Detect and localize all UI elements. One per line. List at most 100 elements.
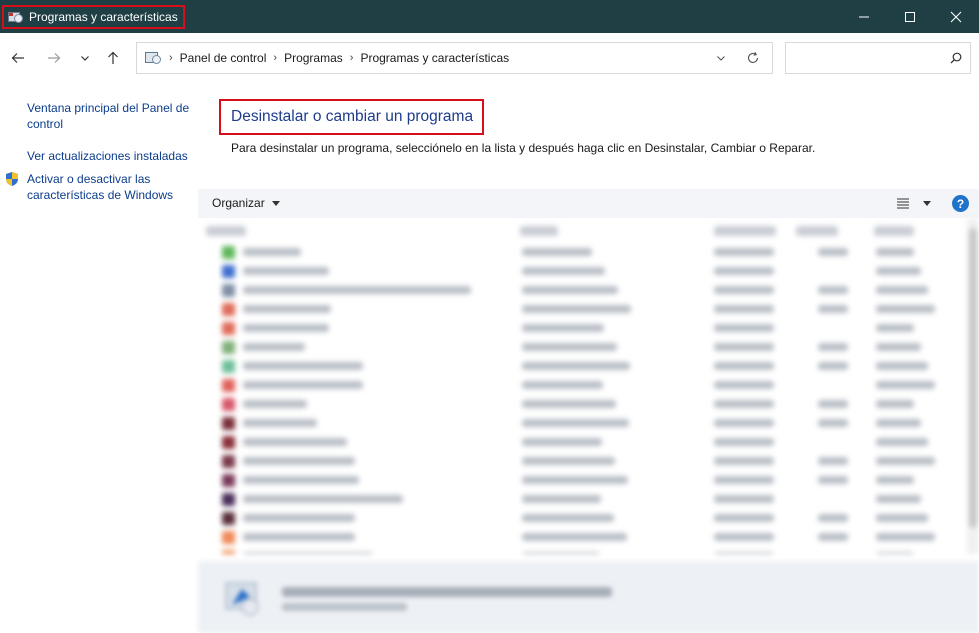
program-row-cell[interactable] [818,514,848,522]
program-row-cell[interactable] [714,457,774,465]
close-button[interactable] [933,0,979,33]
search-box[interactable] [785,42,971,74]
program-row-cell[interactable] [714,381,774,389]
program-row-cell[interactable] [522,457,615,465]
program-row-cell[interactable] [876,419,921,427]
program-row-cell[interactable] [714,419,774,427]
minimize-button[interactable] [841,0,887,33]
program-row-cell[interactable] [522,400,616,408]
program-row-cell[interactable] [876,267,921,275]
program-row-cell[interactable] [876,305,935,313]
program-row-cell[interactable] [243,552,373,554]
program-row-cell[interactable] [243,286,471,294]
program-row-cell[interactable] [522,305,631,313]
program-row-cell[interactable] [243,495,403,503]
program-row-cell[interactable] [522,324,604,332]
program-row-cell[interactable] [243,305,331,313]
program-row-cell[interactable] [522,343,617,351]
program-row-cell[interactable] [818,305,848,313]
program-row-cell[interactable] [876,476,914,484]
program-row-cell[interactable] [714,476,774,484]
program-row-cell[interactable] [818,419,848,427]
program-row-cell[interactable] [876,438,928,446]
up-button[interactable] [103,48,123,68]
help-icon[interactable]: ? [952,195,969,212]
column-header[interactable] [874,226,914,236]
address-history-button[interactable] [708,52,734,64]
column-header[interactable] [206,226,246,236]
scroll-thumb[interactable] [969,228,977,528]
program-row-cell[interactable] [714,514,774,522]
program-row-cell[interactable] [876,495,921,503]
program-row-cell[interactable] [714,248,774,256]
program-row-cell[interactable] [522,514,614,522]
program-row-cell[interactable] [243,476,359,484]
program-row-cell[interactable] [714,533,774,541]
program-row-cell[interactable] [714,305,774,313]
back-button[interactable] [8,48,28,68]
program-row-cell[interactable] [876,343,921,351]
address-bar[interactable]: › Panel de control › Programas › Program… [136,42,773,74]
search-input[interactable] [790,47,940,69]
program-row-cell[interactable] [714,362,774,370]
program-row-cell[interactable] [876,457,935,465]
program-row-cell[interactable] [522,476,628,484]
forward-button[interactable] [44,48,64,68]
program-row-cell[interactable] [243,400,307,408]
program-row-cell[interactable] [243,419,317,427]
program-row-cell[interactable] [522,419,629,427]
program-row-cell[interactable] [243,457,355,465]
program-row-cell[interactable] [876,514,928,522]
program-row-cell[interactable] [714,495,774,503]
program-row-cell[interactable] [522,495,601,503]
program-row-cell[interactable] [876,324,914,332]
program-row-cell[interactable] [876,552,914,554]
program-row-cell[interactable] [818,362,848,370]
link-view-installed-updates[interactable]: Ver actualizaciones instaladas [27,148,192,164]
program-row-cell[interactable] [876,286,928,294]
program-row-cell[interactable] [243,267,329,275]
program-row-cell[interactable] [876,362,928,370]
program-row-cell[interactable] [522,248,592,256]
view-list-icon[interactable] [896,197,910,209]
program-row-cell[interactable] [522,533,627,541]
column-header[interactable] [520,226,558,236]
program-row-cell[interactable] [243,381,363,389]
program-row-cell[interactable] [714,324,774,332]
program-row-cell[interactable] [818,476,848,484]
link-windows-features[interactable]: Activar o desactivar las características… [27,171,192,203]
breadcrumb-separator-icon[interactable]: › [273,52,277,64]
program-row-cell[interactable] [522,381,603,389]
program-row-cell[interactable] [243,248,301,256]
breadcrumb-programas-y-caracteristicas[interactable]: Programas y características [360,51,509,65]
program-row-cell[interactable] [243,362,363,370]
recent-locations-button[interactable] [75,48,95,68]
program-row-cell[interactable] [522,552,600,554]
program-row-cell[interactable] [876,533,935,541]
program-row-cell[interactable] [714,343,774,351]
breadcrumb-panel-de-control[interactable]: Panel de control [180,51,267,65]
column-header[interactable] [714,226,776,236]
program-row-cell[interactable] [522,267,605,275]
program-row-cell[interactable] [714,552,774,554]
program-row-cell[interactable] [714,267,774,275]
program-row-cell[interactable] [818,457,848,465]
program-row-cell[interactable] [876,248,914,256]
program-row-cell[interactable] [818,533,848,541]
organize-button[interactable]: Organizar [212,196,280,210]
program-row-cell[interactable] [522,438,602,446]
program-row-cell[interactable] [243,533,355,541]
link-control-panel-home[interactable]: Ventana principal del Panel de control [27,100,192,132]
program-row-cell[interactable] [876,381,935,389]
program-row-cell[interactable] [243,514,355,522]
program-row-cell[interactable] [243,438,347,446]
maximize-button[interactable] [887,0,933,33]
program-row-cell[interactable] [522,286,618,294]
program-row-cell[interactable] [714,400,774,408]
program-row-cell[interactable] [714,438,774,446]
search-icon[interactable] [950,52,962,64]
program-list[interactable] [198,218,979,554]
program-row-cell[interactable] [818,286,848,294]
program-row-cell[interactable] [818,248,848,256]
program-row-cell[interactable] [243,324,329,332]
